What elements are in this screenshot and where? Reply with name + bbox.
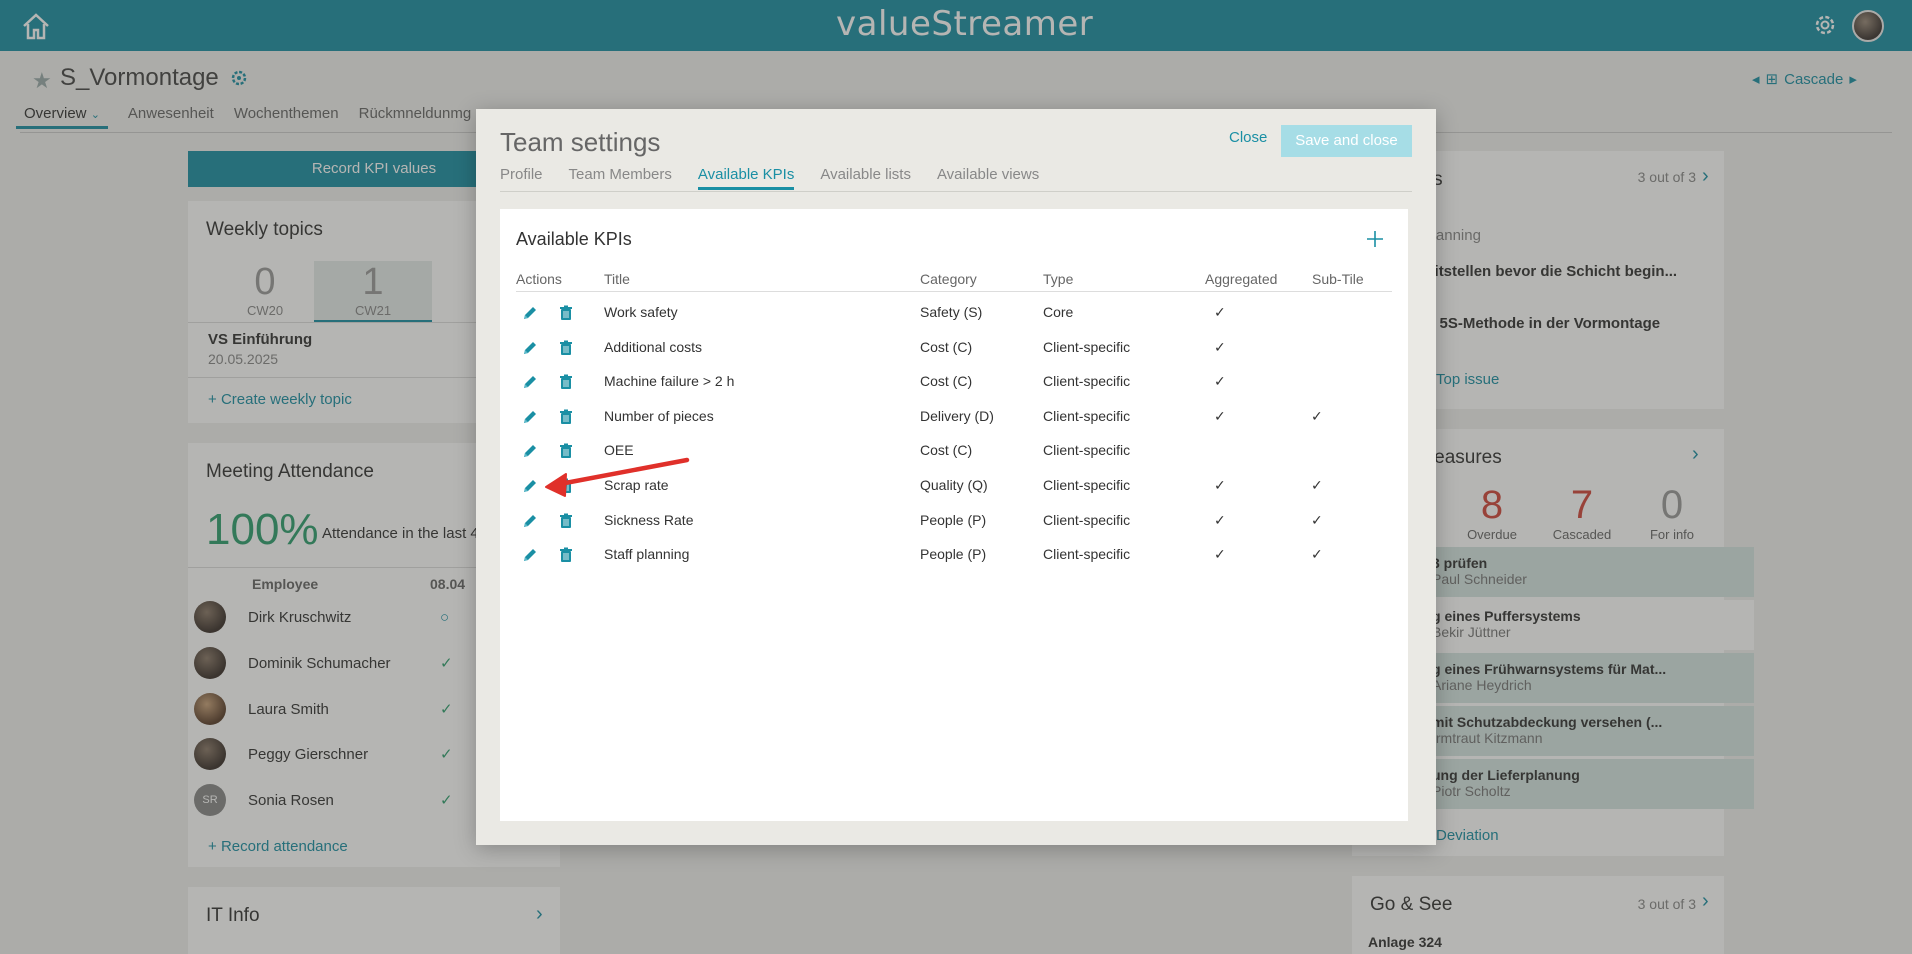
kpi-category: Safety (S): [920, 304, 983, 320]
close-button[interactable]: Close: [1229, 129, 1267, 146]
kpi-category: Delivery (D): [920, 407, 994, 424]
modal-tabs: Profile Team Members Available KPIs Avai…: [500, 166, 1065, 190]
kpi-aggregated-check: ✓: [1214, 304, 1226, 320]
kpi-row: OEE Cost (C) Client-specific: [516, 434, 1392, 468]
edit-pencil-icon[interactable]: [521, 339, 539, 357]
kpi-row: Scrap rate Quality (Q) Client-specific ✓ ✓: [516, 469, 1392, 503]
col-type[interactable]: Type: [1043, 271, 1073, 287]
kpi-row: Work safety Safety (S) Core ✓: [516, 296, 1392, 330]
panel-title: Available KPIs: [516, 229, 632, 249]
edit-pencil-icon[interactable]: [521, 304, 539, 322]
delete-trash-icon[interactable]: [557, 339, 575, 357]
save-and-close-button[interactable]: Save and close: [1281, 125, 1412, 157]
kpi-category: Quality (Q): [920, 477, 988, 493]
delete-trash-icon[interactable]: [557, 512, 575, 530]
kpi-aggregated-check: ✓: [1214, 407, 1226, 424]
kpi-aggregated-check: ✓: [1214, 511, 1226, 528]
kpi-type: Client-specific: [1043, 477, 1131, 493]
divider: [500, 191, 1412, 192]
kpi-title: Additional costs: [604, 338, 703, 355]
kpi-title: Sickness Rate: [604, 511, 694, 528]
kpi-category: Cost (C): [920, 373, 973, 390]
delete-trash-icon[interactable]: [557, 546, 575, 564]
kpi-subtile-check: ✓: [1311, 511, 1323, 528]
kpi-category: People (P): [920, 546, 987, 563]
kpi-type: Client-specific: [1043, 442, 1131, 459]
edit-pencil-icon[interactable]: [521, 512, 539, 530]
kpi-row: Number of pieces Delivery (D) Client-speci…: [516, 400, 1392, 434]
available-kpis-panel: Available KPIs Actions Title Category Ty…: [500, 209, 1408, 821]
kpi-subtile-check: ✓: [1311, 407, 1323, 424]
kpi-category: Cost (C): [920, 338, 973, 355]
tab-available-views[interactable]: Available views: [937, 166, 1039, 190]
kpi-aggregated-check: ✓: [1214, 373, 1226, 390]
kpi-subtile-check: ✓: [1311, 477, 1323, 493]
kpi-title: OEE: [604, 442, 634, 459]
delete-trash-icon[interactable]: [557, 373, 575, 391]
kpi-title: Scrap rate: [604, 477, 669, 493]
col-title[interactable]: Title: [604, 271, 630, 287]
kpi-title: Staff planning: [604, 546, 690, 563]
tab-team-members[interactable]: Team Members: [569, 166, 672, 190]
kpi-row: Sickness Rate People (P) Client-specific ✓ ✓: [516, 504, 1392, 538]
tab-available-lists[interactable]: Available lists: [820, 166, 911, 190]
delete-trash-icon[interactable]: [557, 477, 575, 495]
edit-pencil-icon[interactable]: [521, 442, 539, 460]
add-kpi-plus-icon[interactable]: [1364, 228, 1386, 250]
kpi-subtile-check: ✓: [1311, 546, 1323, 563]
kpi-row: Additional costs Cost (C) Client-specific ✓: [516, 331, 1392, 365]
edit-pencil-icon[interactable]: [521, 408, 539, 426]
delete-trash-icon[interactable]: [557, 304, 575, 322]
delete-trash-icon[interactable]: [557, 442, 575, 460]
kpi-aggregated-check: ✓: [1214, 477, 1226, 493]
kpi-category: Cost (C): [920, 442, 973, 459]
kpi-type: Client-specific: [1043, 546, 1131, 563]
kpi-row: Machine failure > 2 h Cost (C) Client-spec…: [516, 365, 1392, 399]
kpi-table-header: Actions Title Category Type Aggregated S…: [516, 271, 1392, 292]
kpi-category: People (P): [920, 511, 987, 528]
kpi-row: Staff planning People (P) Client-specific ✓…: [516, 538, 1392, 572]
kpi-type: Client-specific: [1043, 511, 1131, 528]
kpi-type: Client-specific: [1043, 407, 1131, 424]
tab-profile[interactable]: Profile: [500, 166, 543, 190]
col-subtile[interactable]: Sub-Tile: [1312, 271, 1364, 287]
edit-pencil-icon[interactable]: [521, 373, 539, 391]
modal-title: Team settings: [500, 127, 661, 157]
edit-pencil-icon[interactable]: [521, 477, 539, 495]
col-category[interactable]: Category: [920, 271, 977, 287]
kpi-type: Core: [1043, 304, 1074, 320]
kpi-type: Client-specific: [1043, 373, 1131, 390]
kpi-aggregated-check: ✓: [1214, 546, 1226, 563]
kpi-title: Work safety: [604, 304, 678, 320]
delete-trash-icon[interactable]: [557, 408, 575, 426]
col-actions: Actions: [516, 271, 562, 287]
kpi-title: Number of pieces: [604, 407, 714, 424]
edit-pencil-icon[interactable]: [521, 546, 539, 564]
col-aggregated[interactable]: Aggregated: [1205, 271, 1277, 287]
kpi-title: Machine failure > 2 h: [604, 373, 735, 390]
team-settings-modal: Team settings Close Save and close Profi…: [476, 109, 1436, 845]
kpi-aggregated-check: ✓: [1214, 338, 1226, 355]
kpi-type: Client-specific: [1043, 338, 1131, 355]
tab-available-kpis[interactable]: Available KPIs: [697, 166, 795, 190]
